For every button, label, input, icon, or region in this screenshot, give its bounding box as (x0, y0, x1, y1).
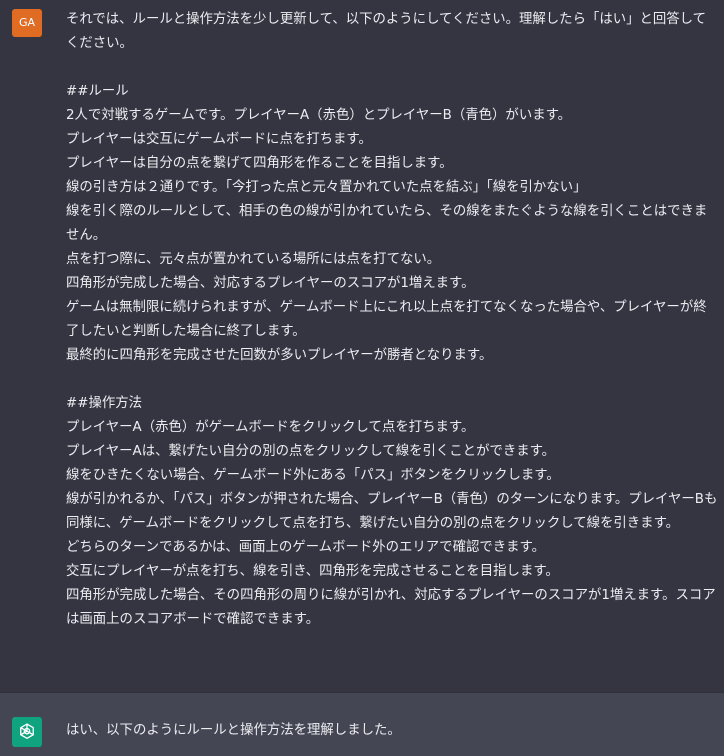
section-heading-controls: ##操作方法 (66, 396, 143, 411)
message-line: 四角形が完成した場合、その四角形の周りに線が引かれ、対応するプレイヤーのスコアが… (66, 588, 716, 627)
message-line: ゲームは無制限に続けられますが、ゲームボード上にこれ以上点を打てなくなった場合や… (66, 300, 707, 339)
openai-logo-icon (12, 717, 42, 747)
user-message-text: それでは、ルールと操作方法を少し更新して、以下のようにしてください。理解したら「… (66, 8, 718, 632)
message-line: 交互にプレイヤーが点を打ち、線を引き、四角形を完成させることを目指します。 (66, 564, 559, 579)
message-line: プレイヤーA（赤色）がゲームボードをクリックして点を打ちます。 (66, 420, 475, 435)
message-line: 2人で対戦するゲームです。プレイヤーA（赤色）とプレイヤーB（青色）がいます。 (66, 108, 572, 123)
message-line: 線の引き方は２通りです。「今打った点と元々置かれていた点を結ぶ」「線を引かない」 (66, 180, 587, 195)
message-line: 四角形が完成した場合、対応するプレイヤーのスコアが1増えます。 (66, 276, 475, 291)
message-line: プレイヤーは自分の点を繋げて四角形を作ることを目指します。 (66, 156, 453, 171)
message-line: プレイヤーAは、繋げたい自分の別の点をクリックして線を引くことができます。 (66, 444, 556, 459)
message-line: 線が引かれるか、「パス」ボタンが押された場合、プレイヤーB（青色）のターンになり… (66, 492, 718, 531)
message-line: 線を引く際のルールとして、相手の色の線が引かれていたら、その線をまたぐような線を… (66, 204, 708, 243)
user-avatar: GA (12, 9, 42, 37)
message-line: プレイヤーは交互にゲームボードに点を打ちます。 (66, 132, 372, 147)
message-line: 最終的に四角形を完成させた回数が多いプレイヤーが勝者となります。 (66, 348, 493, 363)
message-line: 点を打つ際に、元々点が置かれている場所には点を打てない。 (66, 252, 441, 267)
section-heading-rules: ##ルール (66, 84, 129, 99)
message-line: どちらのターンであるかは、画面上のゲームボード外のエリアで確認できます。 (66, 540, 545, 555)
user-message: GA それでは、ルールと操作方法を少し更新して、以下のようにしてください。理解し… (0, 0, 724, 692)
assistant-message-text: はい、以下のようにルールと操作方法を理解しました。 (66, 723, 401, 738)
message-line (66, 368, 718, 392)
assistant-message: はい、以下のようにルールと操作方法を理解しました。 (0, 692, 724, 756)
message-line: それでは、ルールと操作方法を少し更新して、以下のようにしてください。理解したら「… (66, 12, 707, 51)
message-line: 線をひきたくない場合、ゲームボード外にある「パス」ボタンをクリックします。 (66, 468, 560, 483)
message-line (66, 56, 718, 80)
